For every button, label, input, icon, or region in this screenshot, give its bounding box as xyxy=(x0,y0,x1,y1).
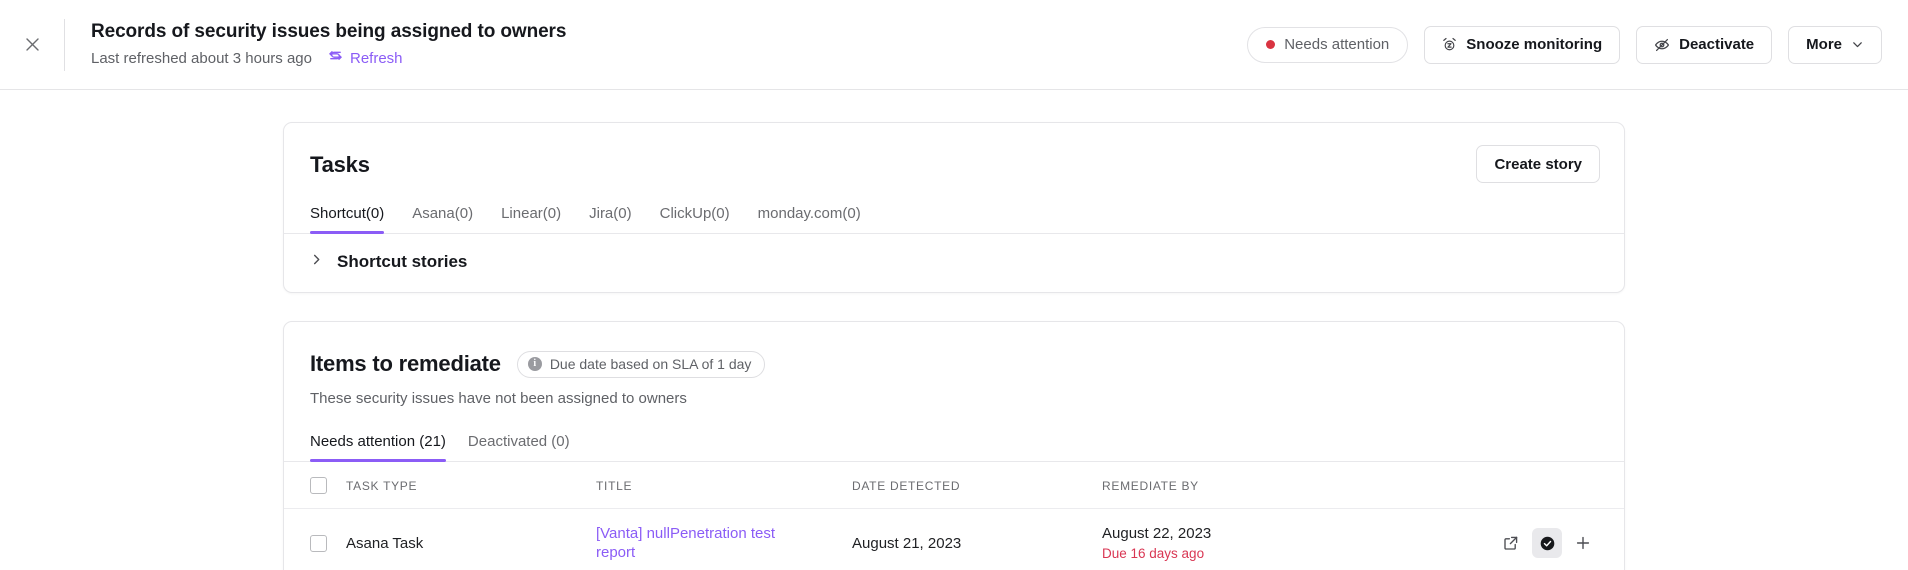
tab-shortcut[interactable]: Shortcut(0) xyxy=(310,205,384,233)
plus-icon[interactable] xyxy=(1568,528,1598,558)
info-icon: i xyxy=(528,357,542,371)
create-story-button[interactable]: Create story xyxy=(1476,145,1600,183)
cell-title: [Vanta] nullPenetration test report xyxy=(596,509,852,570)
table-body: Asana Task [Vanta] nullPenetration test … xyxy=(284,509,1624,570)
remediate-table: TASK TYPE TITLE DATE DETECTED REMEDIATE … xyxy=(284,462,1624,570)
header-divider xyxy=(64,19,65,71)
snooze-monitoring-label: Snooze monitoring xyxy=(1466,36,1602,53)
header-select-all xyxy=(284,462,346,509)
tab-linear[interactable]: Linear(0) xyxy=(501,205,561,233)
chevron-down-icon xyxy=(1851,38,1864,51)
task-title-link[interactable]: [Vanta] nullPenetration test report xyxy=(596,524,811,562)
external-link-icon[interactable] xyxy=(1496,528,1526,558)
status-dot-icon xyxy=(1266,40,1275,49)
deactivate-button[interactable]: Deactivate xyxy=(1636,26,1772,64)
close-button[interactable] xyxy=(0,0,64,90)
last-refreshed-text: Last refreshed about 3 hours ago xyxy=(91,49,312,69)
more-label: More xyxy=(1806,36,1842,53)
due-note: Due 16 days ago xyxy=(1102,545,1432,562)
table-row: Asana Task [Vanta] nullPenetration test … xyxy=(284,509,1624,570)
tab-asana[interactable]: Asana(0) xyxy=(412,205,473,233)
close-icon xyxy=(24,36,41,53)
cell-date-detected: August 21, 2023 xyxy=(852,509,1102,570)
remediate-by-date: August 22, 2023 xyxy=(1102,525,1432,542)
tab-needs-attention[interactable]: Needs attention (21) xyxy=(310,433,446,461)
sla-info-pill: i Due date based on SLA of 1 day xyxy=(517,351,766,378)
check-circle-icon[interactable] xyxy=(1532,528,1562,558)
alarm-clock-icon xyxy=(1442,37,1457,52)
cell-task-type: Asana Task xyxy=(346,509,596,570)
refresh-icon xyxy=(328,48,343,69)
header-date-detected: DATE DETECTED xyxy=(852,462,1102,509)
header-remediate-by: REMEDIATE BY xyxy=(1102,462,1432,509)
snooze-monitoring-button[interactable]: Snooze monitoring xyxy=(1424,26,1620,64)
tab-deactivated[interactable]: Deactivated (0) xyxy=(468,433,570,461)
page-header: Records of security issues being assigne… xyxy=(0,0,1908,90)
header-task-type: TASK TYPE xyxy=(346,462,596,509)
remediate-card-title: Items to remediate xyxy=(310,350,501,378)
status-badge-needs-attention[interactable]: Needs attention xyxy=(1247,27,1408,63)
row-select-cell xyxy=(284,509,346,570)
shortcut-stories-label: Shortcut stories xyxy=(337,252,467,272)
create-story-label: Create story xyxy=(1494,156,1582,173)
chevron-right-icon xyxy=(310,253,323,271)
cell-row-actions xyxy=(1432,509,1624,570)
header-title: TITLE xyxy=(596,462,852,509)
row-checkbox[interactable] xyxy=(310,535,327,552)
remediate-tabs: Needs attention (21) Deactivated (0) xyxy=(284,433,1624,462)
tab-jira[interactable]: Jira(0) xyxy=(589,205,632,233)
tasks-card-title: Tasks xyxy=(310,151,1598,179)
tab-clickup[interactable]: ClickUp(0) xyxy=(660,205,730,233)
table-header-row: TASK TYPE TITLE DATE DETECTED REMEDIATE … xyxy=(284,462,1624,509)
refresh-button[interactable]: Refresh xyxy=(328,48,403,69)
header-title-group: Records of security issues being assigne… xyxy=(91,20,566,69)
shortcut-stories-accordion[interactable]: Shortcut stories xyxy=(284,234,1624,292)
header-actions: Needs attention Snooze monitoring De xyxy=(1247,26,1882,64)
refresh-label: Refresh xyxy=(350,49,403,69)
tasks-card: Tasks Shortcut(0) Asana(0) Linear(0) Jir… xyxy=(283,122,1625,293)
remediate-title-row: Items to remediate i Due date based on S… xyxy=(310,350,1598,378)
sla-pill-label: Due date based on SLA of 1 day xyxy=(550,356,752,372)
header-subline: Last refreshed about 3 hours ago Refresh xyxy=(91,48,566,69)
tab-monday[interactable]: monday.com(0) xyxy=(758,205,861,233)
items-to-remediate-card: Items to remediate i Due date based on S… xyxy=(283,321,1625,570)
main-content: Tasks Shortcut(0) Asana(0) Linear(0) Jir… xyxy=(0,90,1908,570)
cell-remediate-by: August 22, 2023 Due 16 days ago xyxy=(1102,509,1432,570)
deactivate-label: Deactivate xyxy=(1679,36,1754,53)
page-title: Records of security issues being assigne… xyxy=(91,20,566,44)
status-badge-label: Needs attention xyxy=(1284,36,1389,53)
eye-off-icon xyxy=(1654,37,1670,53)
table-head: TASK TYPE TITLE DATE DETECTED REMEDIATE … xyxy=(284,462,1624,509)
select-all-checkbox[interactable] xyxy=(310,477,327,494)
tasks-tabs: Shortcut(0) Asana(0) Linear(0) Jira(0) C… xyxy=(284,205,1624,234)
row-actions xyxy=(1432,528,1624,558)
header-actions xyxy=(1432,462,1624,509)
remediate-card-subtitle: These security issues have not been assi… xyxy=(310,389,1598,409)
more-button[interactable]: More xyxy=(1788,26,1882,64)
